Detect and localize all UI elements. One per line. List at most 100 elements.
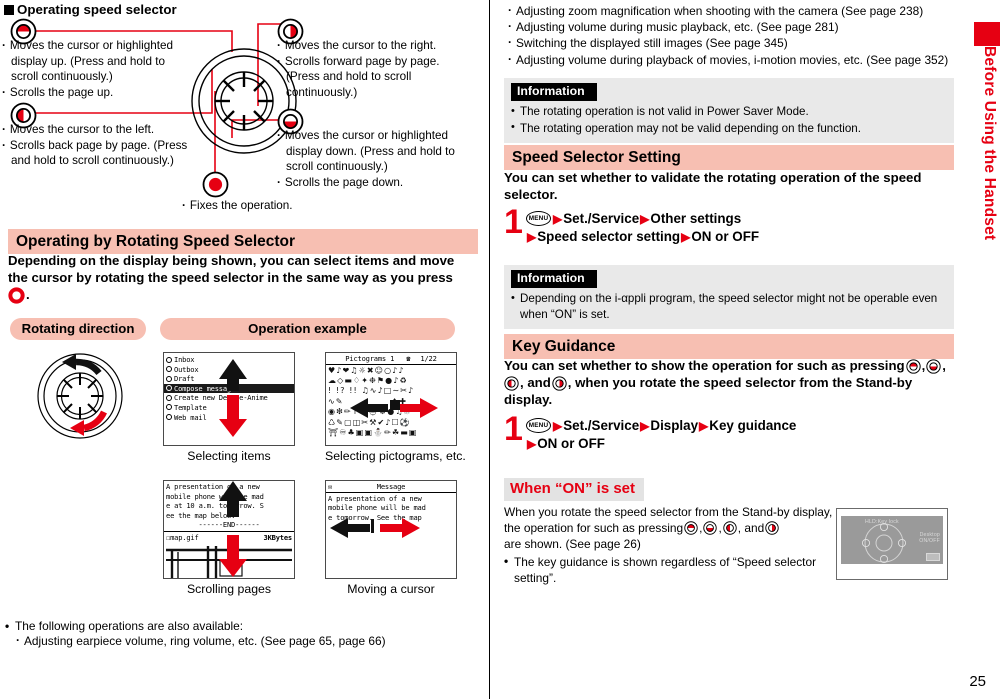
step-key-guidance: 1 MENU ▶ Set./Service ▶ Display ▶ Key gu… bbox=[504, 410, 954, 453]
side-tab: Before Using the Handset bbox=[958, 0, 1004, 699]
menu-item[interactable]: Key guidance bbox=[709, 417, 796, 435]
section-title-speed-selector-setting: Speed Selector Setting bbox=[504, 145, 954, 171]
list-item: Adjusting volume during music playback, … bbox=[506, 18, 954, 35]
key-guidance-lead-line2: , and , when you rotate the speed select… bbox=[504, 375, 956, 392]
onoff-label: ON/OFF bbox=[919, 538, 940, 544]
rotating-dial-icon bbox=[37, 353, 123, 439]
arrow-icon: ▶ bbox=[640, 418, 650, 433]
pictogram-titlebar: Pictograms 1 ☎ 1/22 bbox=[326, 353, 456, 365]
arrow-left-black-icon bbox=[350, 398, 388, 418]
mail-folder-icon bbox=[166, 394, 172, 401]
step-line-2: ▶ Speed selector setting ▶ ON or OFF bbox=[526, 228, 954, 246]
menu-key-icon[interactable]: MENU bbox=[526, 211, 551, 227]
step-number: 1 bbox=[504, 410, 523, 448]
key-up-inline-icon bbox=[905, 359, 921, 374]
key-left-inline-icon bbox=[723, 521, 737, 535]
phone-icon: ☎ bbox=[406, 354, 411, 363]
list-item: Depending on the i-αppli program, the sp… bbox=[511, 291, 946, 322]
step-speed-selector-setting: 1 MENU ▶ Set./Service ▶ Other settings ▶… bbox=[504, 203, 954, 246]
caption-left-key: Moves the cursor to the left. Scrolls ba… bbox=[2, 122, 188, 169]
rotating-direction-graphic bbox=[36, 352, 124, 445]
caption-right-key: Moves the cursor to the right. Scrolls f… bbox=[277, 38, 445, 101]
example-caption: Scrolling pages bbox=[186, 582, 272, 596]
menu-item[interactable]: ON or OFF bbox=[537, 435, 605, 453]
key-up-inline-icon bbox=[684, 521, 698, 535]
arrow-right-red-icon bbox=[380, 518, 420, 538]
arrow-down-red-icon bbox=[219, 395, 247, 437]
arrow-down-red-icon bbox=[219, 535, 247, 577]
menu-item[interactable]: Set./Service bbox=[563, 417, 639, 435]
page-number: 25 bbox=[969, 673, 986, 690]
list-item: The rotating operation may not be valid … bbox=[511, 120, 946, 136]
menu-item[interactable]: Set./Service bbox=[563, 210, 639, 228]
mail-folder-icon bbox=[166, 356, 172, 363]
screenshot-scrolling-pages: A presentation of a new mobile phone wil… bbox=[163, 480, 295, 579]
continued-operations-list: Adjusting zoom magnification when shooti… bbox=[506, 2, 954, 68]
table-header-rotating-direction: Rotating direction bbox=[10, 318, 146, 340]
key-guidance-lead-line1: You can set whether to show the operatio… bbox=[504, 358, 946, 374]
step-line-1: MENU ▶ Set./Service ▶ Display ▶ Key guid… bbox=[526, 417, 954, 435]
arrow-icon: ▶ bbox=[553, 211, 563, 226]
left-column: Operating speed selector · Moves the cur… bbox=[0, 0, 487, 699]
table-header-operation-example: Operation example bbox=[160, 318, 455, 340]
text-cursor bbox=[371, 519, 374, 533]
example-caption: Moving a cursor bbox=[347, 582, 435, 596]
right-column: Adjusting zoom magnification when shooti… bbox=[496, 0, 958, 699]
mail-folder-icon bbox=[166, 414, 172, 421]
mail-icon: ✉ bbox=[328, 482, 333, 491]
phone-screen: HLD:Key lock Desktop ON/OFF bbox=[841, 516, 943, 564]
arrow-icon: ▶ bbox=[640, 211, 650, 226]
step-line-1: MENU ▶ Set./Service ▶ Other settings bbox=[526, 210, 954, 228]
arrow-up-black-icon bbox=[219, 481, 247, 517]
information-box-1: Information The rotating operation is no… bbox=[504, 78, 954, 143]
when-on-label: When “ON” is set bbox=[504, 478, 645, 501]
information-items: Depending on the i-αppli program, the sp… bbox=[511, 291, 946, 322]
menu-key-icon[interactable]: MENU bbox=[526, 418, 551, 434]
list-item: The rotating operation is not valid in P… bbox=[511, 104, 946, 119]
side-tab-label: Before Using the Handset bbox=[981, 46, 998, 241]
key-center-icon bbox=[202, 171, 229, 198]
list-item: Adjusting volume during playback of movi… bbox=[506, 51, 954, 68]
footnote-intro: The following operations are also availa… bbox=[5, 617, 475, 634]
column-divider bbox=[489, 0, 490, 699]
step-number: 1 bbox=[504, 203, 523, 241]
footnote-sublist: Adjusting earpiece volume, ring volume, … bbox=[14, 632, 474, 649]
example-scrolling-pages: A presentation of a new mobile phone wil… bbox=[163, 480, 295, 596]
step-line-2: ▶ ON or OFF bbox=[526, 435, 954, 453]
list-item: Switching the displayed still images (Se… bbox=[506, 34, 954, 51]
section-lead: Depending on the display being shown, yo… bbox=[8, 253, 478, 304]
key-center-inline-icon bbox=[8, 287, 25, 304]
footnote-list: The following operations are also availa… bbox=[5, 617, 475, 634]
section-title-key-guidance: Key Guidance bbox=[504, 334, 954, 360]
key-left-inline-icon bbox=[504, 376, 519, 391]
keyguidance-photo: HLD:Key lock Desktop ON/OFF bbox=[836, 508, 948, 580]
example-moving-cursor: ✉ Message A presentation of a new mobile… bbox=[325, 480, 457, 596]
manual-page: Operating speed selector · Moves the cur… bbox=[0, 0, 1004, 699]
key-right-inline-icon bbox=[552, 376, 567, 391]
caption-down-key: Moves the cursor or highlighted display … bbox=[277, 128, 457, 191]
example-caption: Selecting items bbox=[187, 449, 271, 463]
list-item: Adjusting zoom magnification when shooti… bbox=[506, 2, 954, 19]
when-on-is-set-header: When “ON” is set bbox=[504, 478, 645, 501]
pictogram-cursor bbox=[390, 400, 400, 410]
screenshot-mail-list: Inbox Outbox Draft Compose message Creat… bbox=[163, 352, 295, 446]
side-tab-bar bbox=[974, 22, 1000, 46]
mail-folder-icon bbox=[166, 385, 172, 392]
section-title-operating-by-rotating: Operating by Rotating Speed Selector bbox=[8, 229, 478, 255]
menu-item[interactable]: Speed selector setting bbox=[537, 228, 680, 246]
menu-item[interactable]: ON or OFF bbox=[691, 228, 759, 246]
menu-item[interactable]: Other settings bbox=[650, 210, 741, 228]
example-selecting-items: Inbox Outbox Draft Compose message Creat… bbox=[163, 352, 295, 463]
key-guidance-lead: You can set whether to show the operatio… bbox=[504, 358, 956, 409]
when-on-body: When you rotate the speed selector from … bbox=[504, 504, 834, 586]
mail-folder-icon bbox=[166, 366, 172, 373]
screenshot-moving-cursor: ✉ Message A presentation of a new mobile… bbox=[325, 480, 457, 579]
arrow-icon: ▶ bbox=[681, 229, 691, 244]
when-on-keys-line: the operation for such as pressing , , ,… bbox=[504, 520, 834, 536]
mail-folder-icon bbox=[166, 375, 172, 382]
list-item: The key guidance is shown regardless of … bbox=[504, 553, 834, 586]
menu-item[interactable]: Display bbox=[650, 417, 698, 435]
when-on-note-list: The key guidance is shown regardless of … bbox=[504, 553, 834, 586]
key-right-inline-icon bbox=[765, 521, 779, 535]
information-label: Information bbox=[511, 270, 597, 289]
